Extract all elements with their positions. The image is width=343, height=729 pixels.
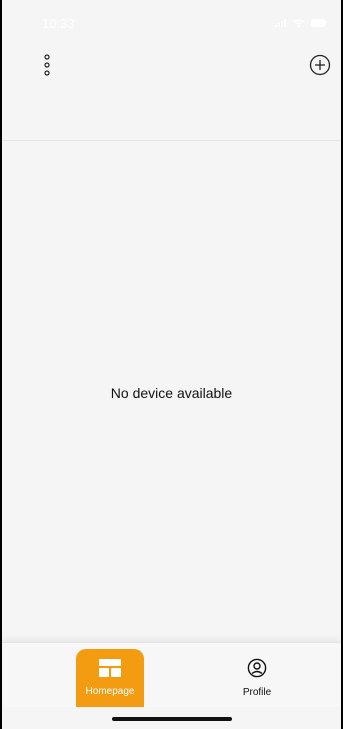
tab-profile-label: Profile (242, 687, 272, 698)
home-indicator (111, 717, 232, 721)
plus-circle-icon (309, 54, 331, 81)
status-icons (275, 15, 327, 30)
user-circle-icon (247, 658, 267, 681)
battery-icon (311, 15, 327, 30)
add-device-button[interactable] (307, 54, 333, 80)
signal-icon (275, 15, 287, 30)
top-header: 10:33 (2, 0, 341, 141)
tab-profile[interactable]: Profile (223, 649, 291, 707)
menu-button[interactable] (34, 53, 60, 82)
app-screen: 10:33 No device available Homepage Profi… (0, 0, 343, 729)
vertical-dots-icon (42, 53, 52, 82)
tab-homepage-label: Homepage (85, 686, 135, 697)
bottom-tab-bar: Homepage Profile (2, 642, 341, 707)
status-time: 10:33 (42, 16, 75, 31)
device-list-area: No device available (2, 141, 341, 641)
empty-state-message: No device available (110, 385, 233, 401)
status-bar: 10:33 (2, 0, 341, 40)
tab-homepage[interactable]: Homepage (76, 649, 144, 707)
wifi-icon (293, 15, 305, 30)
grid-icon (99, 659, 121, 680)
